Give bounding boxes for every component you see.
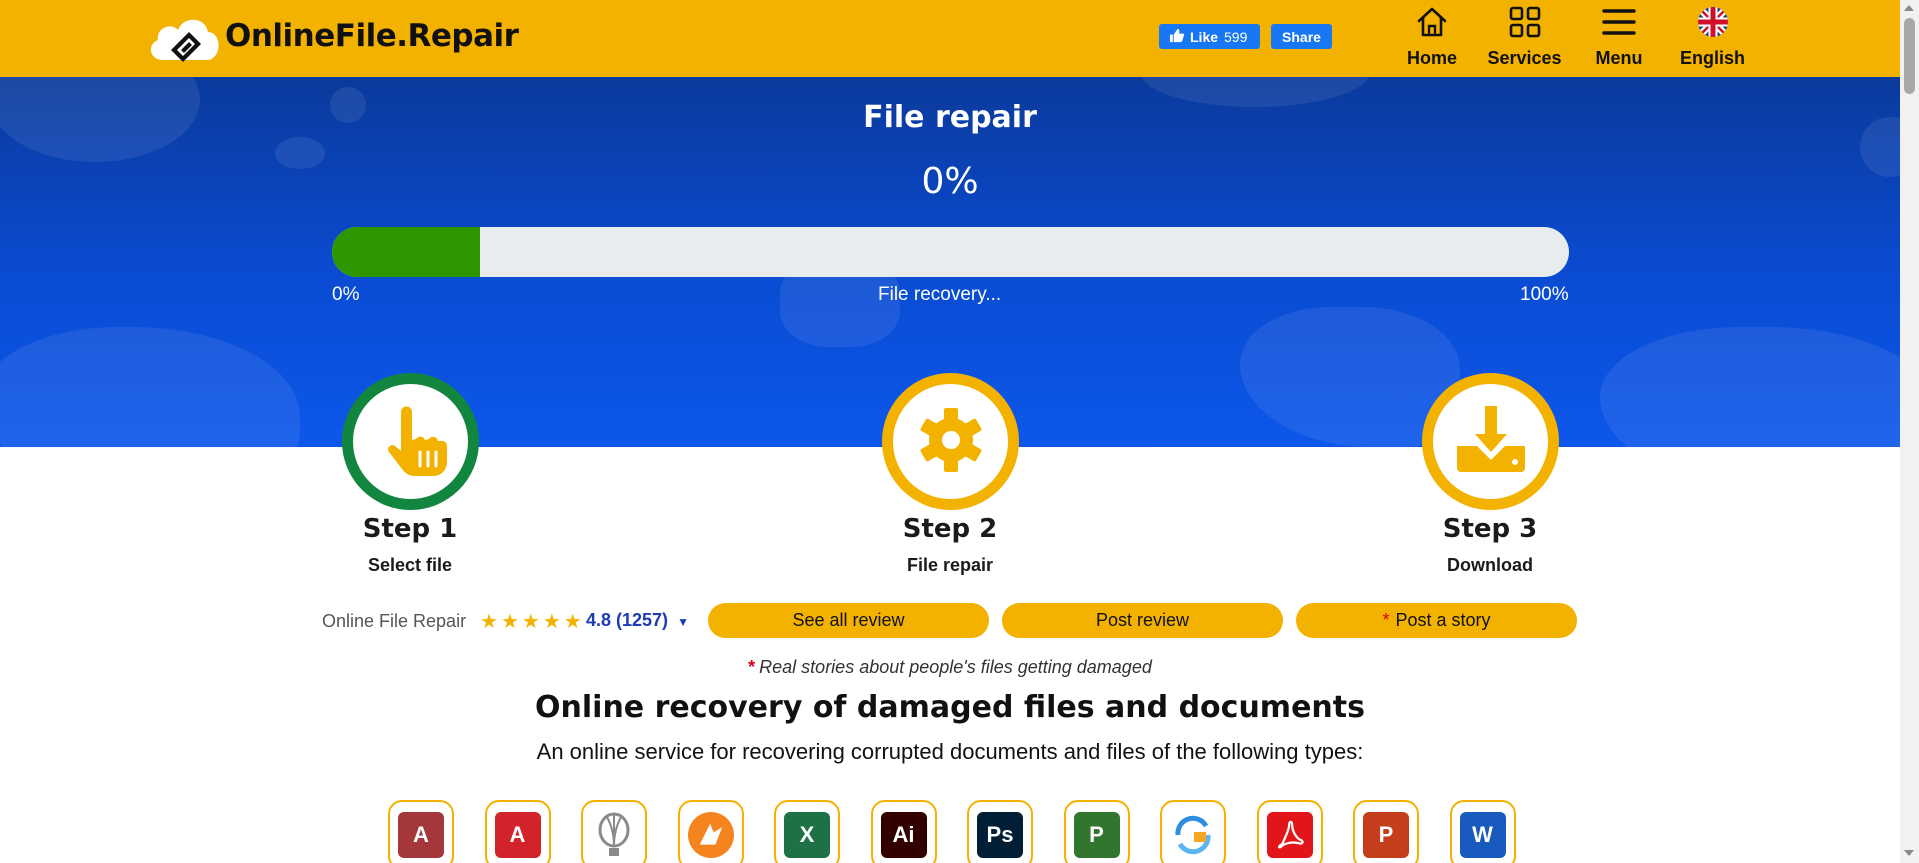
star-icon: ★ [563,609,582,633]
progress-max-label: 100% [1520,284,1569,305]
progress-bar-fill [332,227,481,277]
nav-menu-label: Menu [1595,48,1643,68]
like-count: 599 [1224,28,1248,45]
stories-note: * Real stories about people's files getti… [0,657,1900,678]
photoshop-icon-glyph: Ps [977,812,1023,858]
progress-min-label: 0% [332,284,360,305]
coreldraw-icon-glyph [591,812,637,858]
powerpoint-icon[interactable]: P [1353,800,1419,863]
step-3-title: Step 3 [1442,514,1538,544]
excel-icon-glyph: X [784,812,830,858]
outlook-sync-icon[interactable] [1160,800,1226,863]
post-story-label: Post a story [1395,610,1491,630]
nav-language-label: English [1679,48,1745,68]
step-1-subtitle: Select file [367,555,453,575]
scroll-down-arrow-icon[interactable] [1904,850,1914,856]
access-icon-glyph: A [398,812,444,858]
step-3-badge [1422,373,1559,510]
step-1-title: Step 1 [362,514,458,544]
step-3-subtitle: Download [1447,555,1533,575]
see-all-review-button[interactable]: See all review [708,603,989,638]
photoshop-icon[interactable]: Ps [967,800,1033,863]
step-2-subtitle: File repair [906,555,994,575]
step-2-title: Step 2 [902,514,998,544]
excel-icon[interactable]: X [774,800,840,863]
page-scrollbar[interactable] [1900,0,1919,863]
pdf-icon[interactable] [1256,800,1323,863]
hamburger-icon [1601,4,1637,44]
nav-menu[interactable]: Menu [1586,4,1652,68]
see-all-review-label: See all review [792,610,905,630]
step-2-badge [882,373,1019,510]
note-text: Real stories about people's files gettin… [759,657,1152,677]
word-icon[interactable]: W [1449,800,1516,863]
rating-label: Online File Repair [322,611,467,631]
download-icon [1451,400,1531,484]
like-label: Like [1190,28,1219,45]
gear-icon [911,400,991,484]
nav-home-label: Home [1406,48,1457,68]
pdf-icon-glyph [1266,812,1313,858]
illustrator-icon[interactable]: Ai [870,800,937,863]
note-mark: * [748,657,756,677]
project-icon[interactable]: P [1063,800,1130,863]
star-icon: ★ [500,609,519,633]
grid-icon [1507,4,1543,44]
site-name[interactable]: OnlineFile.Repair [225,18,519,54]
illustrator-icon-glyph: Ai [880,812,927,858]
progress-status: File recovery... [878,284,1002,305]
step-1-badge [342,373,479,510]
rating-score: 4.8 (1257) [586,610,669,630]
nav-services-label: Services [1487,48,1562,68]
autocad-icon[interactable]: A [484,800,551,863]
caret-down-icon: ▼ [677,615,689,629]
autocad-icon-glyph: A [494,812,541,858]
nav-services[interactable]: Services [1482,4,1567,68]
page-title: File repair [863,100,1037,135]
star-icon: ★ [480,609,498,633]
post-story-button[interactable]: * Post a story [1296,603,1577,638]
facebook-like-button[interactable]: Like 599 [1159,24,1260,49]
star-icon: ★ [521,609,540,633]
section-title: Online recovery of damaged files and doc… [535,690,1365,725]
firebird-icon[interactable] [677,800,744,863]
project-icon-glyph: P [1073,812,1120,858]
rating-stars: ★ ★ ★ ★ ★ [480,609,582,633]
post-review-button[interactable]: Post review [1002,603,1283,638]
access-icon[interactable]: A [388,800,454,863]
outlook-sync-icon-glyph [1170,812,1216,858]
star-icon: ★ [542,609,561,633]
site-header: OnlineFile.Repair Like 599 Share Home Se… [0,0,1900,77]
rating-score-dropdown[interactable]: 4.8 (1257) ▼ [586,610,689,631]
word-icon-glyph: W [1459,812,1506,858]
powerpoint-icon-glyph: P [1363,812,1409,858]
coreldraw-icon[interactable] [581,800,647,863]
section-subtitle: An online service for recovering corrupt… [536,739,1364,764]
nav-home[interactable]: Home [1397,4,1467,68]
uk-flag-icon [1695,4,1731,44]
required-mark: * [1382,610,1390,630]
progress-percent: 0% [921,161,979,202]
post-review-label: Post review [1095,610,1190,630]
scrollbar-thumb[interactable] [1904,18,1915,94]
logo-icon[interactable] [145,10,225,64]
scroll-up-arrow-icon[interactable] [1904,5,1914,11]
pointer-hand-icon [371,400,451,484]
thumbs-up-icon [1169,28,1185,46]
facebook-share-button[interactable]: Share [1271,24,1332,49]
progress-bar [332,227,1569,277]
firebird-icon-glyph [687,812,734,858]
home-icon [1414,4,1450,44]
nav-language[interactable]: English [1675,4,1750,68]
